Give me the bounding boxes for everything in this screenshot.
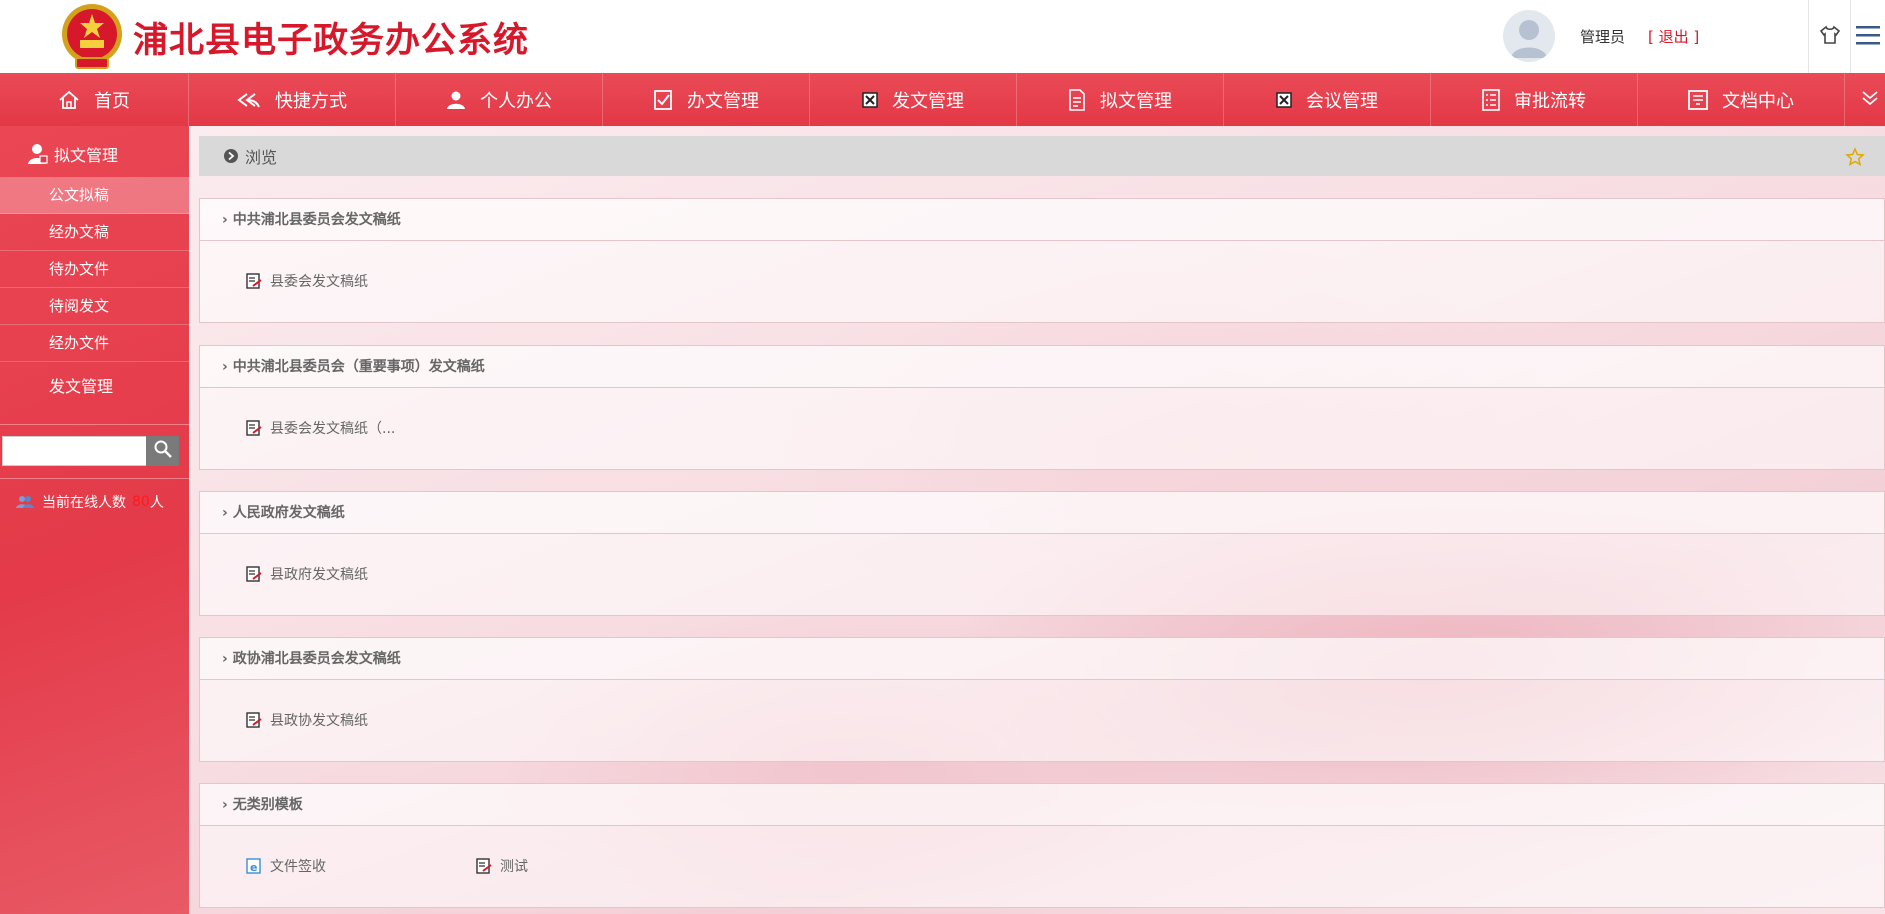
sidebar-divider bbox=[0, 424, 189, 425]
sidebar-heading: 拟文管理 bbox=[28, 142, 118, 166]
form-icon bbox=[476, 858, 492, 874]
online-count: 当前在线人数 80 人 bbox=[16, 492, 164, 512]
section-title[interactable]: › 人民政府发文稿纸 bbox=[200, 492, 1884, 534]
document-icon bbox=[1068, 88, 1086, 111]
section-title[interactable]: › 中共浦北县委员会（重要事项）发文稿纸 bbox=[200, 346, 1884, 388]
form-icon bbox=[246, 273, 262, 289]
users-icon bbox=[16, 495, 34, 509]
template-link[interactable]: 测试 bbox=[476, 856, 528, 876]
template-link[interactable]: 县政府发文稿纸 bbox=[246, 564, 368, 584]
close-box-icon bbox=[862, 91, 878, 108]
svg-text:e: e bbox=[250, 861, 257, 874]
star-icon[interactable] bbox=[1845, 147, 1865, 171]
form-icon bbox=[246, 712, 262, 728]
section-title[interactable]: › 中共浦北县委员会发文稿纸 bbox=[200, 199, 1884, 241]
sidebar-item-handled-files[interactable]: 经办文件 bbox=[0, 325, 189, 362]
template-link[interactable]: e 文件签收 bbox=[246, 856, 326, 876]
chevron-right-icon: › bbox=[222, 505, 228, 521]
top-nav: 首页 快捷方式 个人办公 办文管理 发文管理 拟文管理 会议管理 审批流转 文档… bbox=[0, 73, 1885, 126]
nav-dispatch[interactable]: 发文管理 bbox=[810, 73, 1017, 126]
sidebar: 拟文管理 公文拟稿 经办文稿 待办文件 待阅发文 经办文件 发文管理 当前在线人… bbox=[0, 126, 189, 914]
avatar[interactable] bbox=[1503, 10, 1555, 62]
sidebar-item-pending-files[interactable]: 待办文件 bbox=[0, 251, 189, 288]
template-link[interactable]: 县委会发文稿纸 bbox=[246, 271, 368, 291]
nav-meeting[interactable]: 会议管理 bbox=[1224, 73, 1431, 126]
menu-button[interactable] bbox=[1850, 0, 1885, 73]
template-link[interactable]: 县委会发文稿纸（... bbox=[246, 418, 395, 438]
nav-more-button[interactable] bbox=[1855, 73, 1885, 126]
home-icon bbox=[58, 90, 80, 110]
sidebar-search-button[interactable] bbox=[146, 436, 179, 466]
template-link[interactable]: 县政协发文稿纸 bbox=[246, 710, 368, 730]
template-section: › 无类别模板 e 文件签收 测试 bbox=[199, 783, 1885, 908]
chevron-right-icon: › bbox=[222, 797, 228, 813]
chevron-down-icon bbox=[1860, 88, 1880, 112]
nav-office[interactable]: 办文管理 bbox=[603, 73, 810, 126]
sidebar-divider bbox=[0, 478, 189, 479]
shortcut-icon bbox=[237, 91, 261, 109]
template-section: › 人民政府发文稿纸 县政府发文稿纸 bbox=[199, 491, 1885, 616]
national-emblem-icon bbox=[60, 2, 124, 70]
section-title[interactable]: › 政协浦北县委员会发文稿纸 bbox=[200, 638, 1884, 680]
close-box-icon bbox=[1276, 91, 1292, 108]
template-section: › 中共浦北县委员会（重要事项）发文稿纸 县委会发文稿纸（... bbox=[199, 345, 1885, 470]
nav-documents[interactable]: 文档中心 bbox=[1638, 73, 1845, 126]
browse-label: 浏览 bbox=[245, 148, 278, 167]
user-name: 管理员 bbox=[1580, 28, 1626, 46]
form-icon bbox=[246, 420, 262, 436]
arrow-circle-icon bbox=[223, 148, 239, 164]
sidebar-item-pending-read[interactable]: 待阅发文 bbox=[0, 288, 189, 325]
person-icon bbox=[446, 90, 466, 110]
sidebar-item-handled-drafts[interactable]: 经办文稿 bbox=[0, 214, 189, 251]
ie-icon: e bbox=[246, 858, 262, 874]
browse-bar: 浏览 bbox=[199, 136, 1885, 176]
skin-button[interactable] bbox=[1808, 0, 1850, 73]
main-content: 浏览 › 中共浦北县委员会发文稿纸 县委会发文稿纸 › 中共浦北县委员会（重要事项）… bbox=[189, 126, 1885, 914]
user-edit-icon bbox=[28, 143, 48, 165]
list-icon bbox=[1482, 88, 1500, 111]
nav-personal[interactable]: 个人办公 bbox=[396, 73, 603, 126]
template-section: › 中共浦北县委员会发文稿纸 县委会发文稿纸 bbox=[199, 198, 1885, 323]
archive-icon bbox=[1688, 89, 1708, 110]
chevron-right-icon: › bbox=[222, 212, 228, 228]
template-section: › 政协浦北县委员会发文稿纸 县政协发文稿纸 bbox=[199, 637, 1885, 762]
shirt-icon bbox=[1819, 25, 1841, 49]
logout-link[interactable]: [ 退出 ] bbox=[1648, 26, 1699, 47]
header: 浦北县电子政务办公系统 管理员 [ 退出 ] bbox=[0, 0, 1885, 73]
nav-approval[interactable]: 审批流转 bbox=[1431, 73, 1638, 126]
section-title[interactable]: › 无类别模板 bbox=[200, 784, 1884, 826]
menu-icon bbox=[1855, 24, 1881, 50]
sidebar-item-draft[interactable]: 公文拟稿 bbox=[0, 177, 189, 214]
sidebar-search-input[interactable] bbox=[2, 436, 148, 466]
sidebar-item-dispatch[interactable]: 发文管理 bbox=[0, 362, 189, 412]
checklist-icon bbox=[653, 89, 673, 111]
app-title: 浦北县电子政务办公系统 bbox=[133, 20, 530, 61]
chevron-right-icon: › bbox=[222, 651, 228, 667]
nav-home[interactable]: 首页 bbox=[0, 73, 189, 126]
search-icon bbox=[153, 439, 173, 463]
chevron-right-icon: › bbox=[222, 359, 228, 375]
nav-drafting[interactable]: 拟文管理 bbox=[1017, 73, 1224, 126]
form-icon bbox=[246, 566, 262, 582]
nav-shortcut[interactable]: 快捷方式 bbox=[189, 73, 396, 126]
